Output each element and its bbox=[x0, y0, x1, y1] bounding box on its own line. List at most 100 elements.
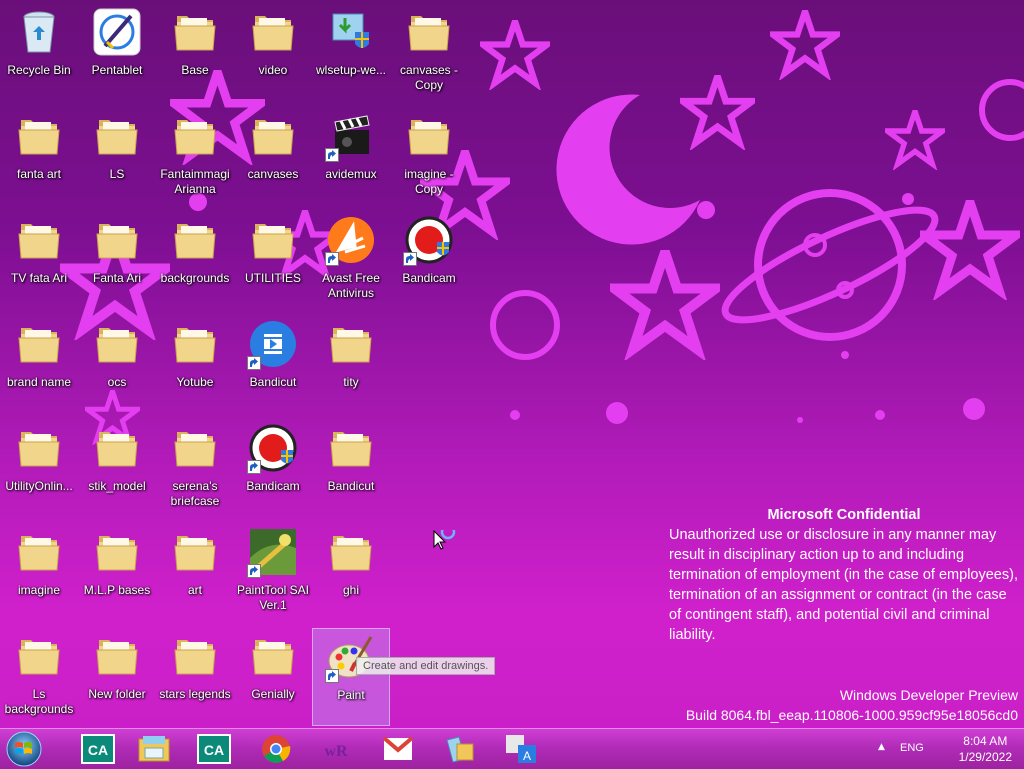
desktop-icon-fanta-art[interactable]: fanta art bbox=[0, 108, 78, 206]
desktop-icon-base[interactable]: Base bbox=[156, 4, 234, 102]
folder-icon bbox=[171, 528, 219, 576]
desktop-icon-label: LS bbox=[109, 167, 125, 181]
desktop-icon-recycle-bin[interactable]: Recycle Bin bbox=[0, 4, 78, 102]
desktop-icon-pentablet[interactable]: Pentablet bbox=[78, 4, 156, 102]
desktop-icon-label: Bandicam bbox=[246, 479, 300, 493]
desktop-icon-yotube[interactable]: Yotube bbox=[156, 316, 234, 414]
translate-icon[interactable]: A bbox=[498, 732, 546, 766]
folder-icon bbox=[327, 528, 375, 576]
folders-icon[interactable] bbox=[436, 732, 484, 766]
folder-icon bbox=[15, 112, 63, 160]
desktop-icon-tv-fata-ari[interactable]: TV fata Ari bbox=[0, 212, 78, 310]
folder-icon bbox=[405, 112, 453, 160]
desktop-icon-stik-model[interactable]: stik_model bbox=[78, 420, 156, 518]
folder-icon bbox=[15, 320, 63, 368]
desktop-icon-label: wlsetup-we... bbox=[315, 63, 387, 77]
desktop-icon-label: ghi bbox=[342, 583, 359, 597]
tray-expand-icon[interactable]: ▲ bbox=[878, 742, 885, 752]
folder-icon bbox=[15, 528, 63, 576]
desktop-icon-serena-s-briefcase[interactable]: serena's briefcase bbox=[156, 420, 234, 518]
desktop-icon-bandicut[interactable]: Bandicut bbox=[312, 420, 390, 518]
desktop-icon-label: Pentablet bbox=[91, 63, 143, 77]
taskbar: CA CA wR A ▲ ENG 8:04 AM 1/29/2022 bbox=[0, 728, 1024, 769]
desktop-icon-label: video bbox=[258, 63, 288, 77]
folder-icon bbox=[171, 320, 219, 368]
desktop-icon-stars-legends[interactable]: stars legends bbox=[156, 628, 234, 726]
desktop-icon-canvases[interactable]: canvases bbox=[234, 108, 312, 206]
clock[interactable]: 8:04 AM 1/29/2022 bbox=[959, 733, 1012, 765]
folder-icon bbox=[249, 632, 297, 680]
desktop-icon-label: Avast Free Antivirus bbox=[322, 271, 380, 300]
folder-icon bbox=[405, 8, 453, 56]
desktop-icon-label: Yotube bbox=[176, 375, 214, 389]
folder-icon bbox=[15, 632, 63, 680]
desktop-icon-wlsetup-we[interactable]: wlsetup-we... bbox=[312, 4, 390, 102]
bandicut-icon bbox=[247, 320, 297, 370]
desktop-icon-label: New folder bbox=[88, 687, 146, 701]
svg-text:A: A bbox=[523, 749, 531, 763]
folder-icon bbox=[171, 424, 219, 472]
desktop-icon-label: PaintTool SAI Ver.1 bbox=[236, 583, 310, 612]
desktop-icon-fanta-ari[interactable]: Fanta Ari bbox=[78, 212, 156, 310]
folder-icon bbox=[93, 424, 141, 472]
desktop-icon-video[interactable]: video bbox=[234, 4, 312, 102]
desktop-icon-imagine-copy[interactable]: imagine - Copy bbox=[390, 108, 468, 206]
desktop-icon-painttool-sai-ver-1[interactable]: PaintTool SAI Ver.1 bbox=[234, 524, 312, 622]
recycle-bin-icon bbox=[15, 8, 63, 56]
avast-icon bbox=[325, 216, 375, 266]
desktop-icon-brand-name[interactable]: brand name bbox=[0, 316, 78, 414]
desktop-icon-avidemux[interactable]: avidemux bbox=[312, 108, 390, 206]
desktop-icon-utilityonlin[interactable]: UtilityOnlin... bbox=[0, 420, 78, 518]
desktop-icon-fantaimmagi-arianna[interactable]: Fantaimmagi Arianna bbox=[156, 108, 234, 206]
desktop-icon-label: serena's briefcase bbox=[170, 479, 220, 508]
pentablet-icon bbox=[93, 8, 141, 56]
desktop-icon-new-folder[interactable]: New folder bbox=[78, 628, 156, 726]
desktop-icon-label: Paint bbox=[337, 688, 365, 702]
desktop-icon-m-l-p-bases[interactable]: M.L.P bases bbox=[78, 524, 156, 622]
file-explorer-icon[interactable] bbox=[130, 732, 178, 766]
mouse-cursor-busy-icon bbox=[433, 530, 456, 550]
build-line-2: Build 8064.fbl_eeap.110806-1000.959cf95e… bbox=[685, 707, 1018, 723]
desktop-icon-bandicam[interactable]: Bandicam bbox=[390, 212, 468, 310]
windows-logo-icon[interactable] bbox=[4, 730, 44, 768]
desktop-icon-utilities[interactable]: UTILITIES bbox=[234, 212, 312, 310]
desktop-icon-ghi[interactable]: ghi bbox=[312, 524, 390, 622]
desktop-icon-label: UtilityOnlin... bbox=[5, 479, 73, 493]
desktop-icon-label: Fanta Ari bbox=[92, 271, 142, 285]
desktop-icon-ls-backgrounds[interactable]: Ls backgrounds bbox=[0, 628, 78, 726]
desktop-icon-imagine[interactable]: imagine bbox=[0, 524, 78, 622]
desktop-icon-label: canvases bbox=[247, 167, 299, 181]
desktop-icon-ocs[interactable]: ocs bbox=[78, 316, 156, 414]
paint-tooltip: Create and edit drawings. bbox=[356, 657, 496, 675]
desktop-icon-bandicut[interactable]: Bandicut bbox=[234, 316, 312, 414]
desktop-icon-canvases-copy[interactable]: canvases - Copy bbox=[390, 4, 468, 102]
desktop-icon-label: fanta art bbox=[16, 167, 62, 181]
folder-icon bbox=[93, 216, 141, 264]
build-info: Windows Developer Preview Build 8064.fbl… bbox=[686, 685, 1018, 725]
folder-icon bbox=[93, 632, 141, 680]
language-indicator[interactable]: ENG bbox=[900, 742, 924, 754]
desktop-icon-art[interactable]: art bbox=[156, 524, 234, 622]
gmail-icon[interactable] bbox=[374, 732, 422, 766]
folder-icon bbox=[171, 8, 219, 56]
folder-icon bbox=[171, 112, 219, 160]
folder-icon bbox=[93, 320, 141, 368]
winrar-icon[interactable]: wR bbox=[312, 732, 360, 766]
chrome-icon[interactable] bbox=[252, 732, 300, 766]
desktop-icon-tity[interactable]: tity bbox=[312, 316, 390, 414]
credit-agricole-icon[interactable]: CA bbox=[74, 732, 122, 766]
desktop-icon-label: canvases - Copy bbox=[399, 63, 459, 92]
folder-icon bbox=[327, 424, 375, 472]
desktop-icon-ls[interactable]: LS bbox=[78, 108, 156, 206]
credit-agricole-icon[interactable]: CA bbox=[190, 732, 238, 766]
desktop-icon-label: UTILITIES bbox=[244, 271, 301, 285]
desktop-icon-label: Bandicut bbox=[327, 479, 375, 493]
desktop-icon-avast-free-antivirus[interactable]: Avast Free Antivirus bbox=[312, 212, 390, 310]
build-line-1: Windows Developer Preview bbox=[839, 687, 1018, 703]
desktop-icon-label: M.L.P bases bbox=[83, 583, 151, 597]
desktop-icon-genially[interactable]: Genially bbox=[234, 628, 312, 726]
desktop-icon-bandicam[interactable]: Bandicam bbox=[234, 420, 312, 518]
installer-icon bbox=[327, 8, 375, 56]
desktop-icon-backgrounds[interactable]: backgrounds bbox=[156, 212, 234, 310]
desktop-icon-paint[interactable]: Paint bbox=[312, 628, 390, 726]
